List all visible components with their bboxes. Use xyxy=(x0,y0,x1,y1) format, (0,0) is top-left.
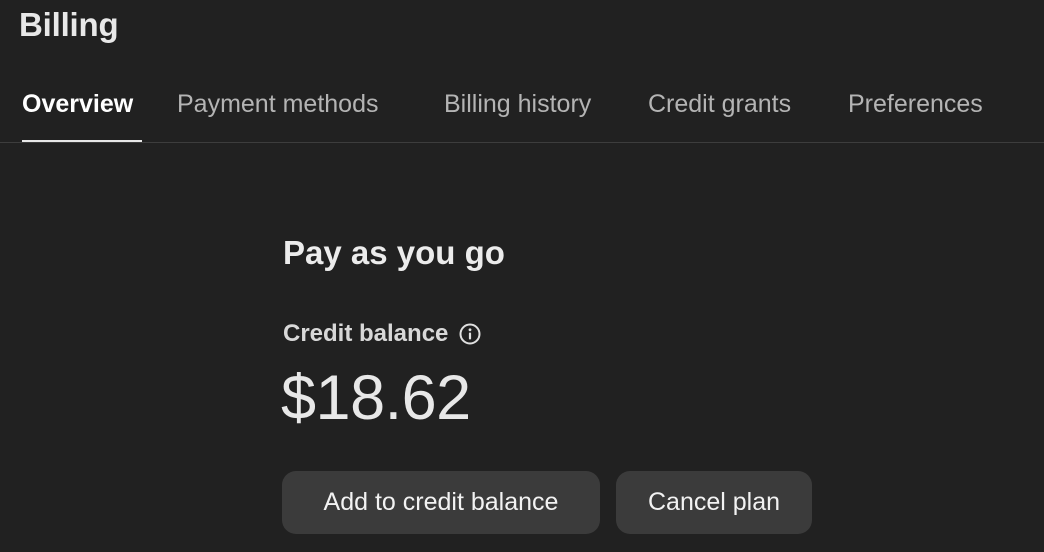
billing-page: Billing Overview Payment methods Billing… xyxy=(0,0,1044,552)
tab-preferences[interactable]: Preferences xyxy=(848,90,983,119)
credit-balance-label: Credit balance xyxy=(283,320,449,347)
info-circle-icon[interactable] xyxy=(459,323,481,345)
tab-payment-methods[interactable]: Payment methods xyxy=(177,90,379,119)
plan-title: Pay as you go xyxy=(283,234,505,271)
add-credit-button[interactable]: Add to credit balance xyxy=(282,471,600,534)
tab-billing-history[interactable]: Billing history xyxy=(444,90,591,119)
tab-bar: Overview Payment methods Billing history… xyxy=(0,76,1044,143)
cancel-plan-button[interactable]: Cancel plan xyxy=(616,471,812,534)
page-title: Billing xyxy=(19,6,119,43)
credit-balance-value: $18.62 xyxy=(281,363,471,433)
active-tab-indicator xyxy=(22,140,142,142)
tab-overview[interactable]: Overview xyxy=(22,90,133,119)
credit-balance-label-row: Credit balance xyxy=(283,320,481,348)
tab-credit-grants[interactable]: Credit grants xyxy=(648,90,791,119)
